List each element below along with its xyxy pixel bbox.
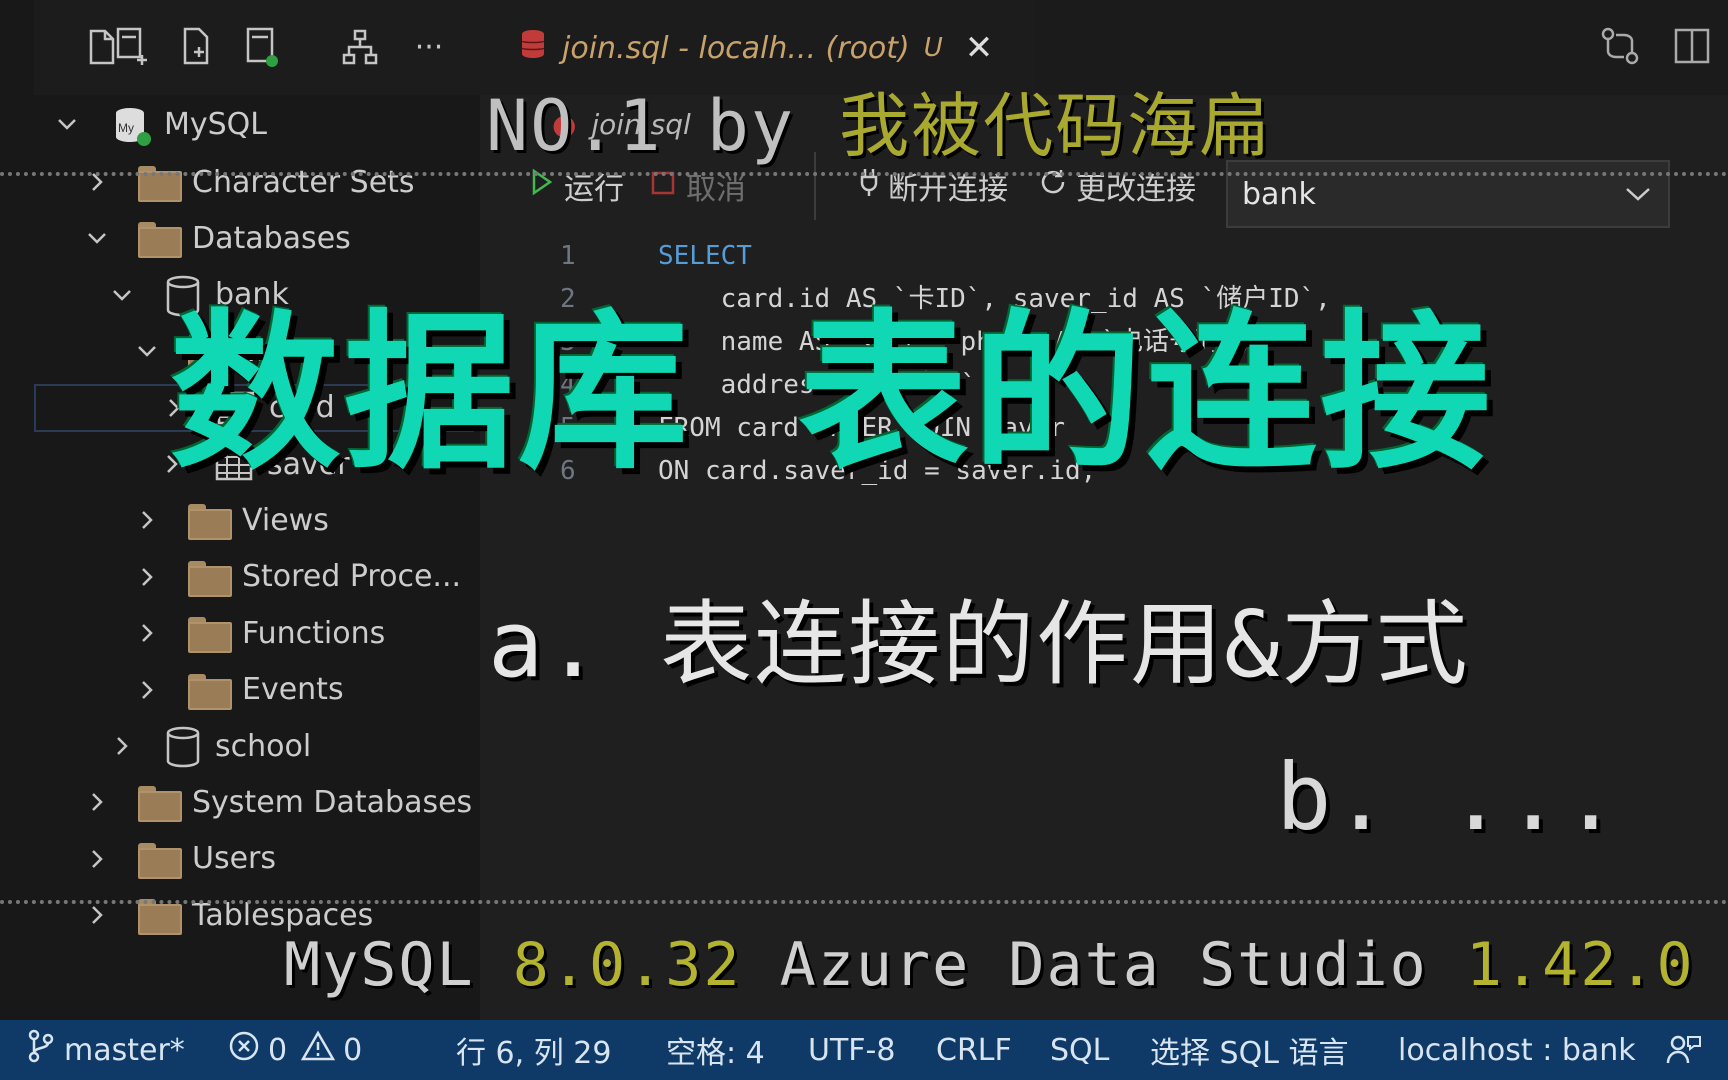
tree-item-label: Databases (192, 220, 351, 256)
server-icon[interactable] (238, 22, 286, 72)
more-icon[interactable]: ··· (405, 22, 453, 72)
feedback-icon[interactable] (1666, 1020, 1702, 1080)
branch-name: master* (64, 1032, 185, 1068)
tree-item[interactable]: System Databases (82, 778, 472, 826)
folder-icon (138, 842, 182, 879)
overlay-mysql-version: 8.0.32 (512, 930, 742, 1000)
folder-icon (138, 166, 182, 202)
folder-icon (138, 222, 182, 259)
problems-indicator[interactable]: 0 0 (228, 1020, 362, 1080)
branch-indicator[interactable]: master* (26, 1020, 185, 1080)
tree-item-label: Users (192, 841, 277, 877)
tree-item-label: System Databases (192, 784, 473, 820)
warning-icon (300, 1030, 336, 1070)
chevron-right-icon[interactable] (132, 505, 162, 535)
tab-modified-indicator: U (923, 33, 943, 63)
tree-item[interactable]: Functions (132, 609, 385, 657)
folder-icon (188, 504, 232, 541)
folder-icon (188, 617, 232, 654)
tab-title: join.sql - localh... (root) (562, 30, 910, 66)
database-select[interactable]: bank (1226, 160, 1670, 228)
chevron-down-icon[interactable] (82, 223, 112, 253)
indentation[interactable]: 空格: 4 (666, 1020, 765, 1080)
chevron-down-icon[interactable] (132, 336, 162, 366)
tree-icon[interactable] (336, 22, 384, 72)
chevron-right-icon[interactable] (132, 618, 162, 648)
language-mode[interactable]: SQL (1050, 1020, 1109, 1080)
tree-item[interactable]: Users (82, 835, 276, 883)
folder-icon (188, 560, 232, 597)
chevron-right-icon[interactable] (132, 562, 162, 592)
editor-pane (480, 95, 1728, 1020)
overlay-no1-prefix: NO.1 by (486, 85, 840, 167)
new-notebook-icon[interactable] (108, 22, 156, 72)
tree-item-label: Functions (242, 615, 386, 651)
tree-item[interactable]: school (107, 722, 311, 770)
error-count: 0 (268, 1032, 288, 1068)
chevron-right-icon[interactable] (107, 731, 137, 761)
tree-item-label: Character Sets (192, 164, 415, 200)
chevron-right-icon[interactable] (82, 787, 112, 817)
connection-label: MySQL (164, 106, 268, 142)
tree-item-label: Views (242, 502, 329, 538)
split-editor-icon[interactable] (1672, 26, 1712, 70)
new-file-icon[interactable] (173, 22, 221, 72)
folder-icon (138, 786, 182, 823)
compare-changes-icon[interactable] (1598, 24, 1642, 72)
database-icon (165, 726, 201, 768)
dotted-divider-top (0, 172, 1728, 176)
overlay-version-line: MySQL 8.0.32 Azure Data Studio 1.42.0 (284, 930, 1695, 1000)
connection-status[interactable]: localhost : bank (1398, 1020, 1636, 1080)
overlay-author-name: 我被代码海扁 (839, 85, 1272, 167)
end-of-line[interactable]: CRLF (936, 1020, 1012, 1080)
chevron-down-icon[interactable] (107, 280, 137, 310)
chevron-down-icon (1624, 177, 1652, 212)
connection-row[interactable]: My MySQL (52, 100, 267, 148)
tree-item-label: Stored Proce... (242, 559, 462, 595)
chevron-right-icon[interactable] (82, 900, 112, 930)
chevron-right-icon[interactable] (82, 844, 112, 874)
overlay-ads-version: 1.42.0 (1465, 930, 1695, 1000)
overlay-point-b: b. ... (1276, 744, 1621, 851)
warning-count: 0 (343, 1032, 363, 1068)
tree-item[interactable]: Stored Proce... (132, 553, 461, 601)
chevron-down-icon (52, 109, 82, 139)
close-icon[interactable]: ✕ (965, 28, 994, 68)
tree-item[interactable]: Events (132, 666, 344, 714)
svg-text:My: My (118, 121, 134, 135)
cursor-position[interactable]: 行 6, 列 29 (456, 1020, 611, 1080)
overlay-author-line: NO.1 by 我被代码海扁 (486, 70, 1271, 171)
overlay-ads-label: Azure Data Studio (741, 930, 1466, 1000)
tree-item[interactable]: Character Sets (82, 158, 415, 206)
encoding[interactable]: UTF-8 (808, 1020, 895, 1080)
git-branch-icon (26, 1029, 56, 1071)
tab-join-sql[interactable]: join.sql - localh... (root) U ✕ (520, 20, 993, 76)
chevron-right-icon[interactable] (132, 675, 162, 705)
overlay-point-a: a. 表连接的作用&方式 (488, 591, 1470, 698)
folder-icon (188, 673, 232, 710)
overlay-mysql-label: MySQL (284, 930, 513, 1000)
database-icon (520, 28, 546, 68)
error-icon (228, 1030, 260, 1070)
tree-item[interactable]: Views (132, 496, 329, 544)
tree-item-label: Events (242, 672, 344, 708)
select-sql-language[interactable]: 选择 SQL 语言 (1150, 1020, 1348, 1080)
tree-item-label: school (215, 728, 312, 764)
dotted-divider-bottom (0, 900, 1728, 904)
status-bar: master* 0 0 行 6, 列 29 空格: 4 UTF-8 CRLF S… (0, 1020, 1728, 1080)
overlay-title: 数据库 表的连接 (170, 295, 1495, 493)
database-select-value: bank (1242, 176, 1316, 212)
mysql-icon: My (112, 105, 151, 146)
